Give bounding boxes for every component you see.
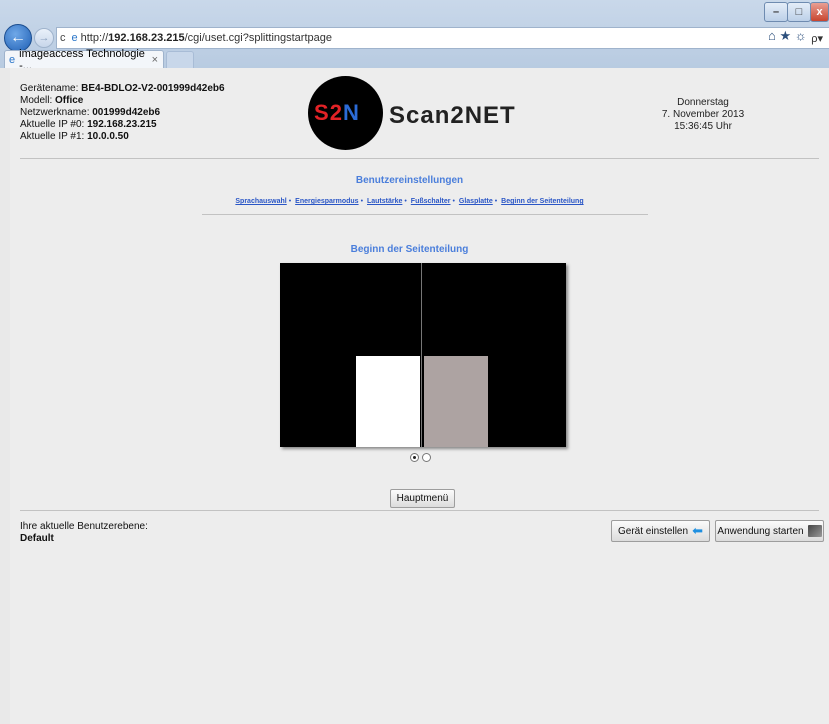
- browser-tab[interactable]: e imageaccess Technologie -... ×: [4, 48, 164, 72]
- toolbar-icons: ⌂ ★ ☼: [768, 28, 807, 44]
- date: 7. November 2013: [661, 109, 745, 120]
- subsection-title: Beginn der Seitenteilung: [350, 244, 469, 255]
- minimize-button[interactable]: –: [764, 2, 788, 22]
- url-prefix: http://: [80, 32, 109, 44]
- favorites-star-icon[interactable]: ★: [779, 28, 791, 43]
- logo-text: Scan2NET: [389, 102, 516, 129]
- link-beginn-seitenteilung[interactable]: Beginn der Seitenteilung: [501, 198, 583, 205]
- sep: •: [404, 198, 407, 205]
- url-text[interactable]: http://192.168.23.215/cgi/uset.cgi?split…: [81, 32, 812, 44]
- ie-page-icon: e: [71, 32, 78, 44]
- home-icon[interactable]: ⌂: [768, 28, 776, 43]
- settings-nav-links: Sprachauswahl • Energiesparmodus • Lautstä…: [10, 198, 809, 205]
- page-content: Gerätename: BE4-BDLO2-V2-001999d42eb6 Mo…: [10, 68, 829, 724]
- split-line: [421, 263, 422, 447]
- divider: [202, 214, 648, 215]
- search-dropdown-icon[interactable]: ρ▾: [811, 32, 823, 45]
- main-menu-button[interactable]: Hauptmenü: [390, 489, 455, 508]
- address-bar[interactable]: c e http://192.168.23.215/cgi/uset.cgi?s…: [56, 27, 829, 49]
- date-time: Donnerstag 7. November 2013 15:36:45 Uhr: [653, 97, 753, 133]
- device-name-label: Gerätename:: [20, 83, 79, 94]
- browser-window: – □ x ← → c e http://192.168.23.215/cgi/…: [0, 0, 829, 724]
- scan2net-logo: S2N Scan2NET: [308, 76, 515, 150]
- section-title: Benutzereinstellungen: [355, 175, 464, 186]
- link-energiesparmodus[interactable]: Energiesparmodus: [295, 198, 358, 205]
- sep: •: [360, 198, 364, 205]
- url-host: 192.168.23.215: [108, 32, 185, 44]
- weekday: Donnerstag: [677, 97, 729, 108]
- device-model-label: Modell:: [20, 95, 53, 106]
- logo-mark: S2N: [314, 100, 360, 125]
- radio-option-1[interactable]: [410, 453, 419, 462]
- sep: •: [452, 198, 455, 205]
- start-application-label: Anwendung starten: [717, 525, 804, 537]
- radio-option-2[interactable]: [422, 453, 431, 462]
- link-lautstaerke[interactable]: Lautstärke: [367, 198, 402, 205]
- left-page-sample: [356, 356, 420, 447]
- new-tab-button[interactable]: [166, 51, 194, 69]
- arrow-left-icon: ←: [10, 29, 26, 46]
- device-model: Office: [55, 95, 84, 106]
- split-radio-group: [410, 453, 431, 462]
- arrow-left-blue-icon: ⬅: [692, 523, 703, 538]
- start-application-button[interactable]: Anwendung starten: [715, 520, 824, 542]
- forward-button[interactable]: →: [34, 28, 54, 48]
- ip0-value: 192.168.23.215: [87, 119, 157, 130]
- network-name: 001999d42eb6: [92, 107, 161, 118]
- ip0-label: Aktuelle IP #0:: [20, 119, 85, 130]
- ie-tab-icon: e: [9, 53, 16, 66]
- close-button[interactable]: x: [810, 2, 829, 22]
- scanner-icon: [807, 525, 822, 537]
- sep: •: [494, 198, 498, 205]
- settings-gear-icon[interactable]: ☼: [795, 28, 807, 43]
- time: 15:36:45 Uhr: [674, 121, 732, 132]
- user-level-value: Default: [20, 533, 54, 544]
- device-info: Gerätename: BE4-BDLO2-V2-001999d42eb6 Mo…: [20, 83, 225, 143]
- ip1-value: 10.0.0.50: [87, 131, 129, 142]
- network-name-label: Netzwerkname:: [20, 107, 90, 118]
- user-level: Ihre aktuelle Benutzerebene: Default: [20, 521, 148, 545]
- link-fussschalter[interactable]: Fußschalter: [411, 198, 451, 205]
- tab-close-icon[interactable]: ×: [152, 54, 158, 66]
- ip1-label: Aktuelle IP #1:: [20, 131, 85, 142]
- link-sprachauswahl[interactable]: Sprachauswahl: [235, 198, 286, 205]
- user-level-label: Ihre aktuelle Benutzerebene:: [20, 521, 148, 532]
- compat-icon[interactable]: c: [60, 32, 66, 44]
- configure-device-label: Gerät einstellen: [618, 525, 689, 537]
- split-preview-image[interactable]: [280, 263, 566, 447]
- divider: [20, 158, 819, 159]
- navigation-bar: ← → c e http://192.168.23.215/cgi/uset.c…: [4, 24, 829, 52]
- device-name: BE4-BDLO2-V2-001999d42eb6: [81, 83, 225, 94]
- arrow-right-icon: →: [38, 32, 50, 44]
- link-glasplatte[interactable]: Glasplatte: [459, 198, 493, 205]
- right-page-sample: [424, 356, 488, 447]
- url-path: /cgi/uset.cgi?splittingstartpage: [184, 32, 332, 44]
- divider: [20, 510, 819, 511]
- maximize-button[interactable]: □: [787, 2, 811, 22]
- configure-device-button[interactable]: Gerät einstellen ⬅: [611, 520, 710, 542]
- sep: •: [288, 198, 292, 205]
